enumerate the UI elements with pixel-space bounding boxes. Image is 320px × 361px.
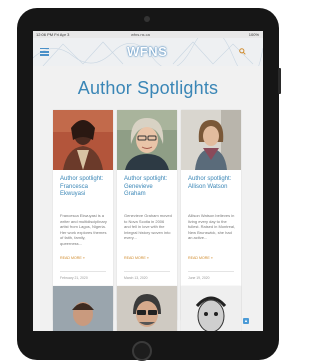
card-title[interactable]: Author spotlight: Genevieve Graham xyxy=(124,176,174,199)
card-title[interactable]: Author spotlight: Francesca Ekwuyasi xyxy=(60,176,110,199)
card-divider xyxy=(188,271,234,272)
card-excerpt: Francesca Ekwuyasi is a writer and multi… xyxy=(60,213,107,246)
page-title: Author Spotlights xyxy=(77,78,219,98)
status-bar: 12:06 PM Fri Apr 3 wfns.ns.ca 100% xyxy=(33,31,263,38)
site-logo[interactable]: WFNS xyxy=(127,44,167,59)
site-header: WFNS xyxy=(33,38,263,66)
card-date: March 13, 2020 xyxy=(124,276,148,280)
read-more-link[interactable]: READ MORE » xyxy=(124,256,149,260)
status-time: 12:06 PM Fri Apr 3 xyxy=(36,32,70,37)
card-excerpt: Genevieve Graham moved to Nova Scotia in… xyxy=(124,213,172,240)
author-photo[interactable] xyxy=(181,286,241,331)
read-more-link[interactable]: READ MORE » xyxy=(60,256,85,260)
card-divider xyxy=(124,271,170,272)
author-card-partial[interactable] xyxy=(117,286,177,331)
author-photo[interactable] xyxy=(117,286,177,331)
status-url: wfns.ns.ca xyxy=(131,32,150,37)
main-content: Author Spotlights Author spotlight: Fran… xyxy=(33,66,263,331)
tablet-screen: 12:06 PM Fri Apr 3 wfns.ns.ca 100% WFNS … xyxy=(33,31,263,331)
author-photo[interactable] xyxy=(181,110,241,170)
camera-dot xyxy=(144,16,150,22)
card-title[interactable]: Author spotlight: Allison Watson xyxy=(188,176,238,191)
author-photo[interactable] xyxy=(53,110,113,170)
author-card-partial[interactable] xyxy=(53,286,113,331)
scroll-to-top-button[interactable]: ▲ xyxy=(243,318,249,324)
author-photo[interactable] xyxy=(117,110,177,170)
card-date: February 21, 2020 xyxy=(60,276,88,280)
author-card-partial[interactable] xyxy=(181,286,241,331)
status-battery: 100% xyxy=(248,32,259,37)
hamburger-icon[interactable] xyxy=(40,48,49,56)
home-button[interactable] xyxy=(132,341,152,361)
author-photo[interactable] xyxy=(53,286,113,331)
search-icon[interactable] xyxy=(239,48,246,55)
read-more-link[interactable]: READ MORE » xyxy=(188,256,213,260)
card-date: June 19, 2020 xyxy=(188,276,210,280)
card-excerpt: Allison Watson believes in living every … xyxy=(188,213,236,240)
card-divider xyxy=(60,271,106,272)
